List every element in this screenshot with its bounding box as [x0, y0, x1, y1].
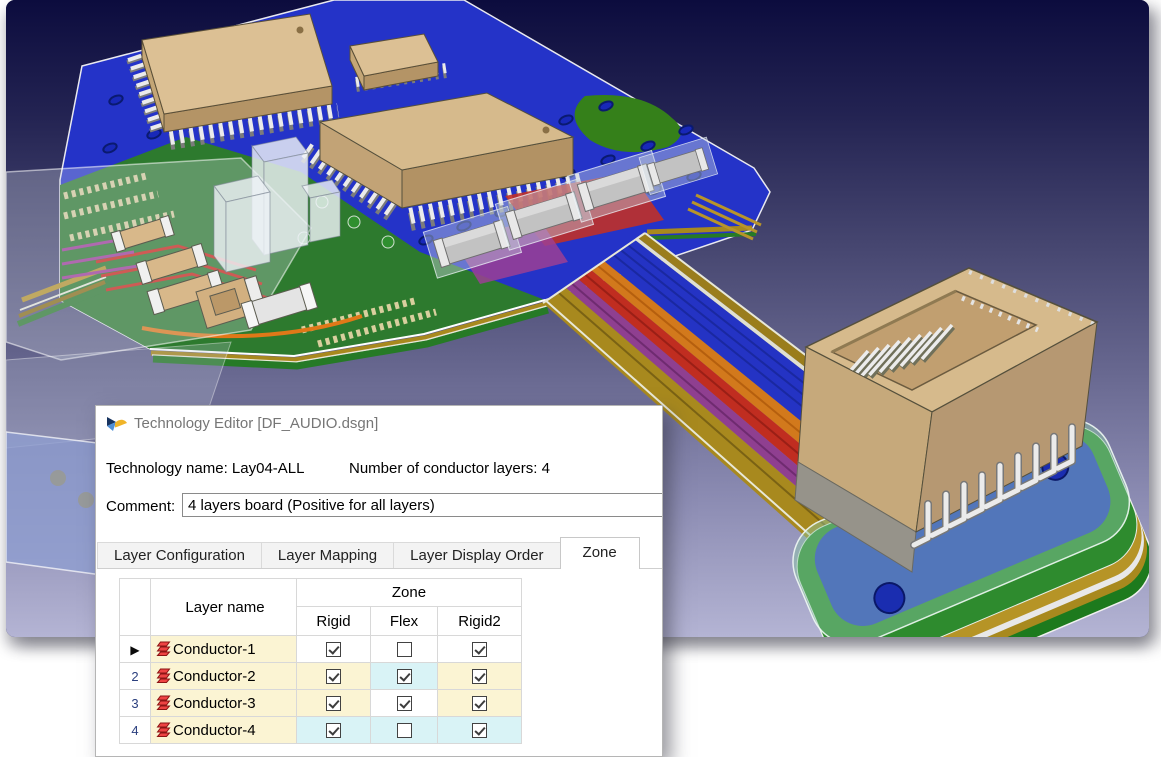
tab-zone[interactable]: Zone [560, 537, 640, 569]
rigid2-checkbox[interactable] [472, 723, 487, 738]
row-selector[interactable]: 4 [120, 717, 151, 744]
zone-cell-flex[interactable] [371, 690, 438, 717]
rigid2-checkbox[interactable] [472, 642, 487, 657]
rigid-checkbox[interactable] [326, 723, 341, 738]
zone-cell-flex[interactable] [371, 717, 438, 744]
rigid-checkbox[interactable] [326, 669, 341, 684]
dialog-titlebar[interactable]: Technology Editor [DF_AUDIO.dsgn] [96, 406, 662, 442]
flex-checkbox[interactable] [397, 696, 412, 711]
layer-name-cell[interactable]: Conductor-1 [151, 636, 297, 663]
layer-name-cell[interactable]: Conductor-4 [151, 717, 297, 744]
conductor-layer-icon [154, 641, 171, 656]
dialog-title: Technology Editor [DF_AUDIO.dsgn] [134, 415, 378, 432]
flex-checkbox[interactable] [397, 642, 412, 657]
rigid2-checkbox[interactable] [472, 669, 487, 684]
flex-checkbox[interactable] [397, 723, 412, 738]
zone-column-rigid2[interactable]: Rigid2 [438, 607, 522, 636]
conductor-layer-icon [154, 722, 171, 737]
layer-name-cell[interactable]: Conductor-2 [151, 663, 297, 690]
table-row: 4 Conductor-4 [120, 717, 522, 744]
zone-cell-rigid[interactable] [297, 717, 371, 744]
desktop: { "window": { "title": "Technology Edito… [0, 0, 1161, 756]
technology-summary: Technology name: Lay04-ALL Number of con… [106, 460, 304, 477]
table-row: ▶ Conductor-1 [120, 636, 522, 663]
zone-cell-rigid2[interactable] [438, 663, 522, 690]
row-number: 3 [131, 696, 138, 711]
zone-cell-rigid[interactable] [297, 690, 371, 717]
zone-column-flex[interactable]: Flex [371, 607, 438, 636]
tab-layer-mapping[interactable]: Layer Mapping [261, 542, 394, 568]
app-icon [106, 415, 127, 434]
current-row-marker: ▶ [130, 643, 139, 657]
table-row: 2 Conductor-2 [120, 663, 522, 690]
zone-column-rigid[interactable]: Rigid [297, 607, 371, 636]
comment-label: Comment: [106, 498, 175, 515]
zone-cell-rigid2[interactable] [438, 717, 522, 744]
zone-group-header: Zone [297, 579, 522, 607]
tab-strip: Layer Configuration Layer Mapping Layer … [97, 537, 662, 569]
zone-cell-rigid[interactable] [297, 636, 371, 663]
technology-name-label: Technology name: [106, 460, 228, 477]
row-selector[interactable]: ▶ [120, 636, 151, 663]
rigid-checkbox[interactable] [326, 642, 341, 657]
conductor-layers-value: 4 [542, 460, 550, 477]
zone-cell-rigid2[interactable] [438, 690, 522, 717]
tab-layer-display-order[interactable]: Layer Display Order [393, 542, 560, 568]
row-selector[interactable]: 3 [120, 690, 151, 717]
conductor-layer-icon [154, 668, 171, 683]
technology-editor-dialog: Technology Editor [DF_AUDIO.dsgn] Techno… [95, 405, 663, 757]
flex-checkbox[interactable] [397, 669, 412, 684]
row-number: 2 [131, 669, 138, 684]
rigid2-checkbox[interactable] [472, 696, 487, 711]
conductor-layer-icon [154, 695, 171, 710]
conductor-layers-label: Number of conductor layers: [349, 460, 537, 477]
row-number: 4 [131, 723, 138, 738]
zone-cell-flex[interactable] [371, 636, 438, 663]
row-selector[interactable]: 2 [120, 663, 151, 690]
table-row: 3 Conductor-3 [120, 690, 522, 717]
zone-cell-rigid[interactable] [297, 663, 371, 690]
tab-layer-configuration[interactable]: Layer Configuration [97, 542, 262, 568]
technology-name-value: Lay04-ALL [232, 460, 305, 477]
layer-name-header[interactable]: Layer name [151, 579, 297, 636]
comment-input[interactable] [182, 493, 663, 517]
layer-name-cell[interactable]: Conductor-3 [151, 690, 297, 717]
zone-cell-rigid2[interactable] [438, 636, 522, 663]
zone-cell-flex[interactable] [371, 663, 438, 690]
rigid-checkbox[interactable] [326, 696, 341, 711]
zone-table: Layer name Zone Rigid Flex Rigid2 ▶ Cond… [119, 578, 522, 744]
row-selector-header [120, 579, 151, 636]
